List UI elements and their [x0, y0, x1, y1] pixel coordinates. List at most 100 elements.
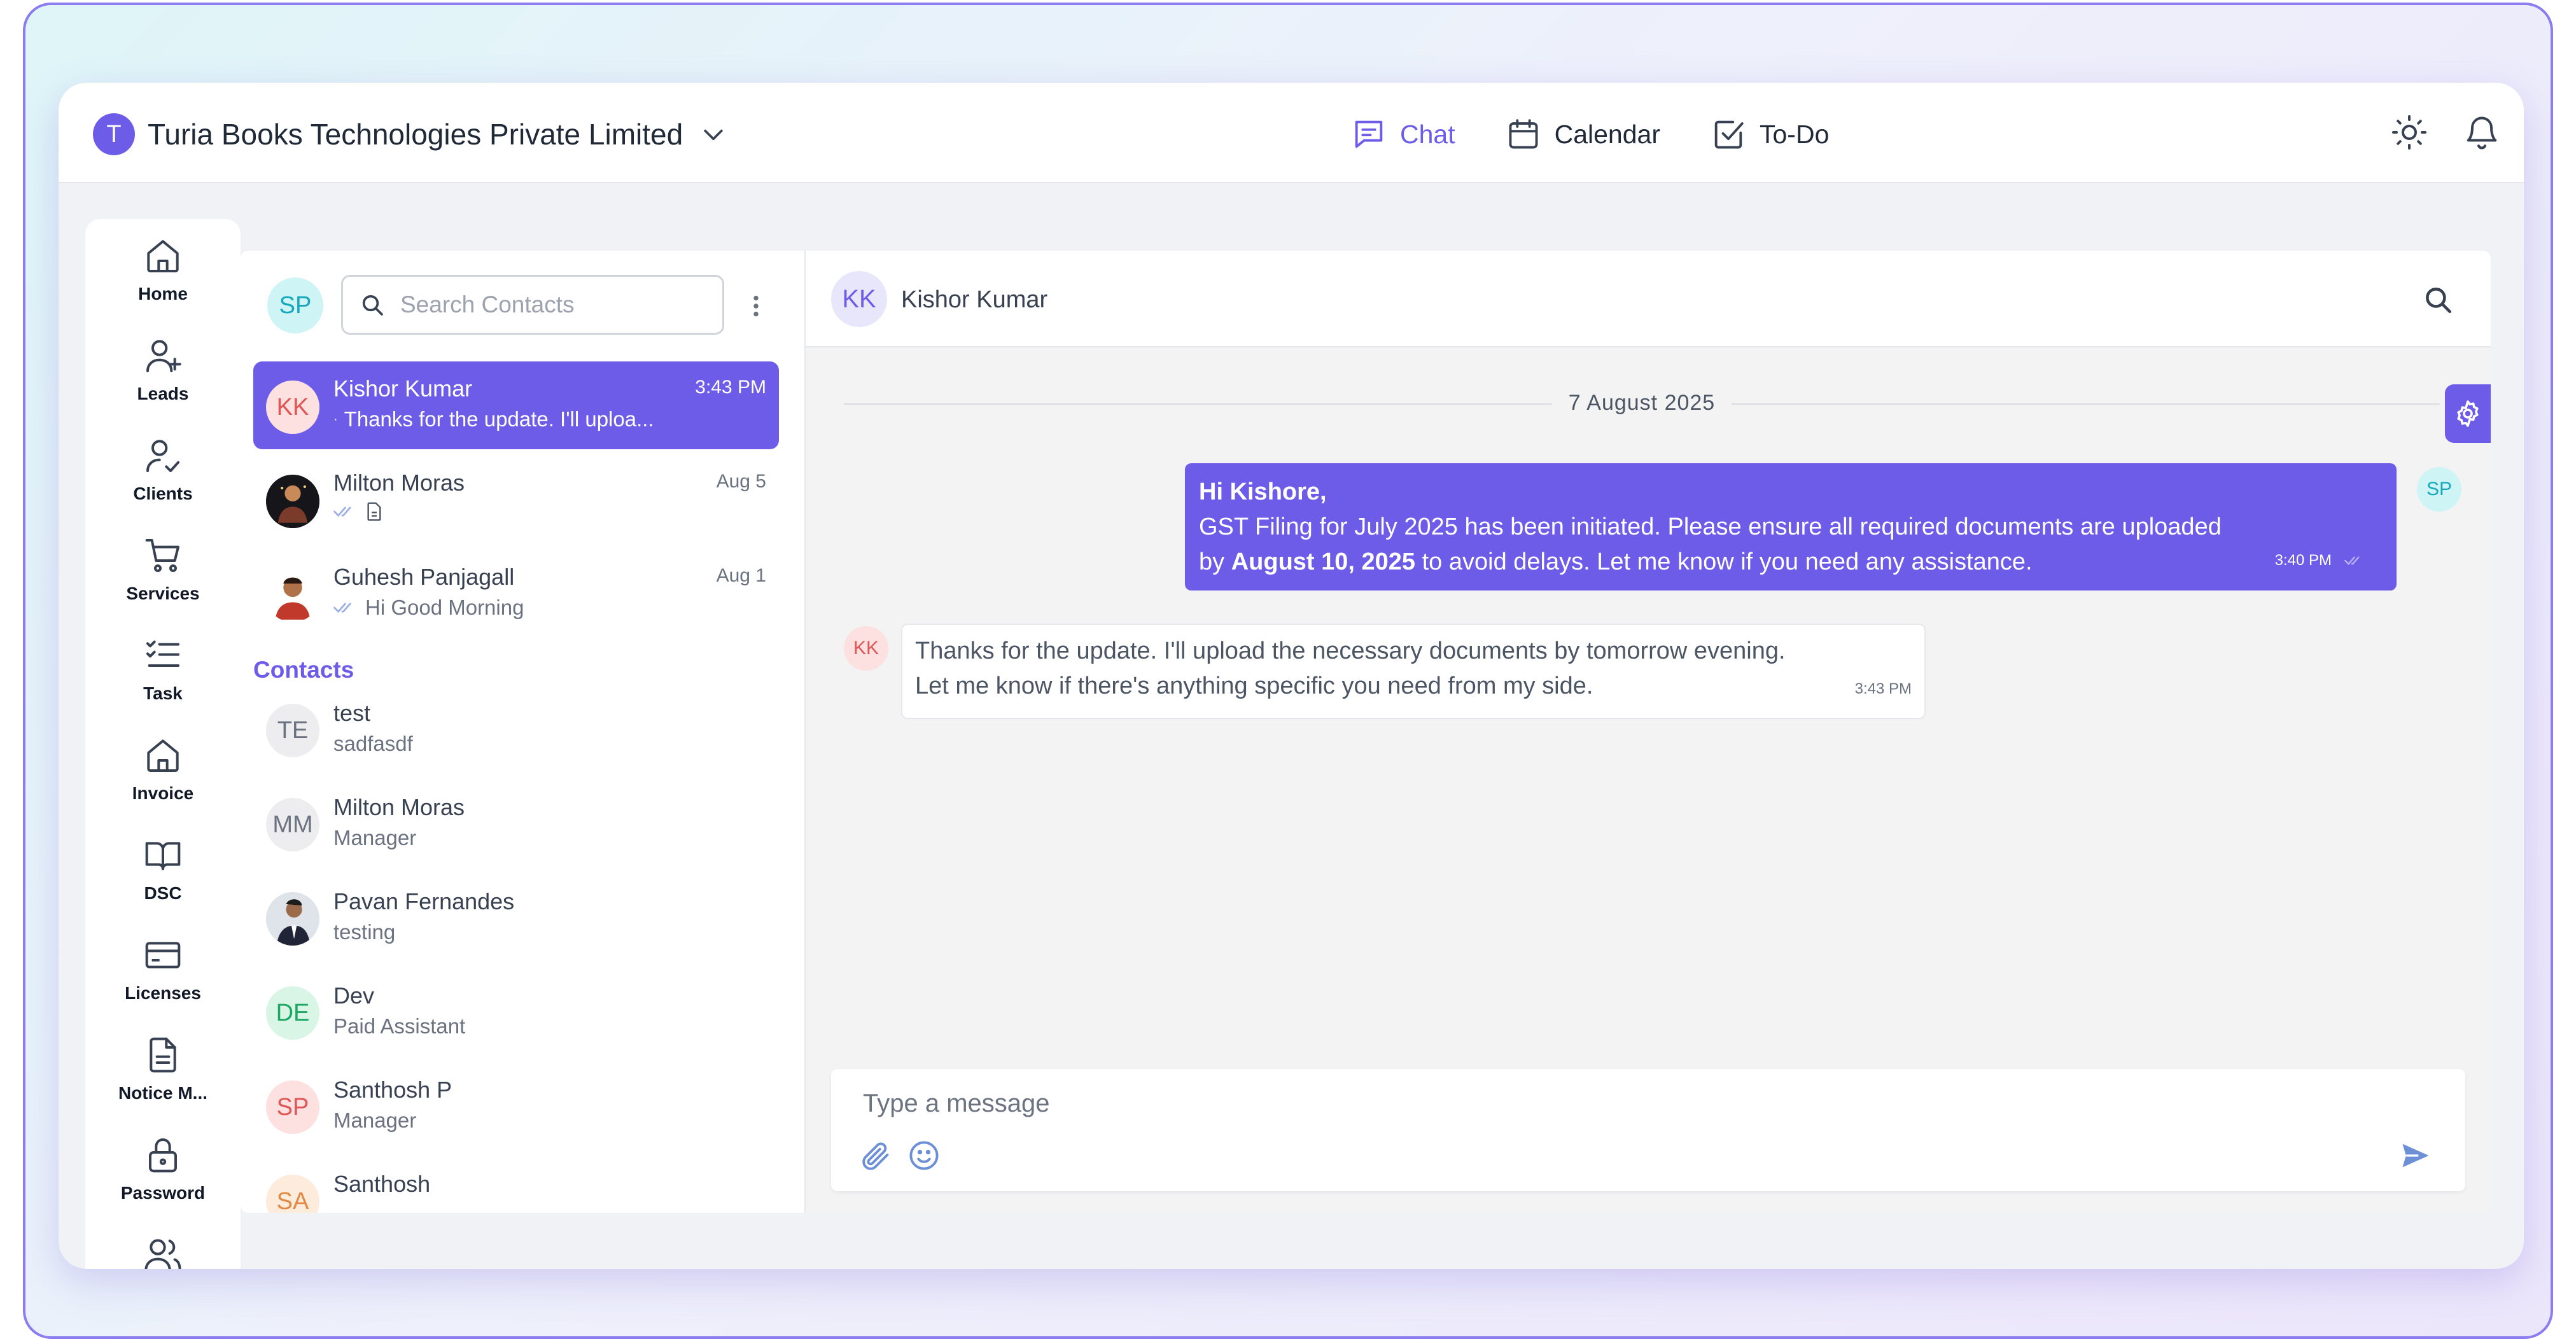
contact-item[interactable]: SP Santhosh P Manager	[253, 1066, 779, 1156]
sidebar-item-services[interactable]: Services	[85, 535, 241, 604]
contact-subtitle: sadfasdf	[333, 732, 413, 755]
tab-chat-label: Chat	[1400, 119, 1455, 149]
avatar[interactable]: KK	[831, 271, 887, 327]
conversation-time: 3:43 PM	[695, 377, 766, 398]
conversation-preview: · Thanks for the update. I'll uploa...	[333, 407, 654, 431]
chat-icon	[1355, 120, 1383, 148]
avatar: KK	[844, 626, 888, 671]
sidebar-item-users[interactable]	[85, 1234, 241, 1269]
avatar: MM	[266, 798, 319, 851]
contact-item[interactable]: MM Milton Moras Manager	[253, 784, 779, 873]
message-text: to avoid delays. Let me know if you need…	[1415, 549, 2033, 575]
sidebar-item-clients[interactable]: Clients	[85, 435, 241, 504]
settings-button[interactable]	[2445, 384, 2491, 443]
sidebar: Home Leads Clients Services Task Invoice	[85, 219, 241, 1269]
avatar: TE	[266, 704, 319, 757]
message-line: by August 10, 2025 to avoid delays. Let …	[1199, 545, 2383, 580]
avatar-photo-icon	[266, 892, 319, 946]
send-icon[interactable]	[2399, 1139, 2432, 1172]
chat-contact-name[interactable]: Kishor Kumar	[901, 286, 1047, 314]
sidebar-item-dsc[interactable]: DSC	[85, 835, 241, 904]
message-composer	[831, 1069, 2465, 1191]
message-meta: 3:40 PM	[2275, 543, 2366, 578]
sidebar-item-licenses[interactable]: Licenses	[85, 935, 241, 1003]
tab-chat[interactable]: Chat	[1350, 116, 1455, 153]
date-separator: 7 August 2025	[844, 391, 2440, 416]
avatar[interactable]: SP	[267, 277, 323, 333]
message-input[interactable]	[863, 1086, 2327, 1121]
contact-subtitle: Manager	[333, 826, 417, 849]
search-icon[interactable]	[2422, 284, 2454, 316]
sidebar-item-label: Task	[143, 683, 183, 703]
cart-icon	[145, 539, 179, 572]
sidebar-item-label: DSC	[144, 883, 182, 903]
sidebar-item-label: Services	[126, 584, 200, 603]
message-time: 3:43 PM	[1854, 680, 1912, 697]
top-bar: T Turia Books Technologies Private Limit…	[59, 83, 2524, 183]
tab-calendar-label: Calendar	[1554, 119, 1660, 149]
contact-name: Dev	[333, 982, 375, 1009]
book-icon	[145, 842, 181, 870]
message-line: Thanks for the update. I'll upload the n…	[915, 638, 1786, 664]
top-nav: Chat Calendar To-Do	[1350, 115, 1829, 154]
conversation-name: Kishor Kumar	[333, 375, 473, 402]
sidebar-item-task[interactable]: Task	[85, 635, 241, 704]
users-icon	[144, 1239, 181, 1269]
sidebar-item-leads[interactable]: Leads	[85, 335, 241, 404]
tab-todo[interactable]: To-Do	[1710, 116, 1829, 153]
org-name: Turia Books Technologies Private Limited	[148, 118, 683, 151]
outer-frame: T Turia Books Technologies Private Limit…	[23, 3, 2553, 1339]
message-text: by	[1199, 549, 1231, 575]
checkbox-icon	[1714, 120, 1744, 149]
conversation-item[interactable]: Guhesh Panjagall Aug 1 Hi Good Morning	[253, 550, 779, 638]
contact-item[interactable]: Pavan Fernandes testing	[253, 878, 779, 967]
message-greeting: Hi Kishore,	[1199, 479, 1327, 505]
gear-icon	[2457, 400, 2479, 427]
contact-item[interactable]: DE Dev Paid Assistant	[253, 972, 779, 1061]
incoming-message: Thanks for the update. I'll upload the n…	[901, 624, 1926, 719]
conversation-time: Aug 5	[716, 471, 766, 492]
bell-icon[interactable]	[2463, 113, 2501, 151]
contact-item[interactable]: SA Santhosh	[253, 1161, 779, 1213]
top-right-actions	[2390, 113, 2501, 151]
paperclip-icon[interactable]	[859, 1139, 892, 1172]
contact-item[interactable]: TE test sadfasdf	[253, 690, 779, 779]
double-check-icon	[333, 603, 351, 613]
sidebar-item-label: Leads	[137, 384, 189, 403]
chat-panel: SP KK Kishor Kumar 3:43 PM · Thanks for …	[241, 251, 2491, 1213]
app-window: T Turia Books Technologies Private Limit…	[59, 83, 2524, 1269]
contacts-heading: Contacts	[253, 657, 354, 683]
more-vertical-icon[interactable]	[743, 290, 769, 322]
sidebar-item-label: Clients	[133, 484, 193, 503]
emoji-icon[interactable]	[907, 1139, 941, 1172]
date-label: 7 August 2025	[1551, 391, 1732, 416]
sun-icon[interactable]	[2390, 113, 2428, 151]
double-check-icon	[2344, 556, 2360, 565]
sidebar-item-label: Notice M...	[118, 1083, 207, 1103]
org-switcher[interactable]: T Turia Books Technologies Private Limit…	[93, 113, 727, 155]
conversation-time: Aug 1	[716, 565, 766, 586]
contact-name: Pavan Fernandes	[333, 888, 515, 914]
contact-name: Santhosh P	[333, 1077, 452, 1103]
search-box[interactable]	[341, 275, 724, 335]
outgoing-message: Hi Kishore, GST Filing for July 2025 has…	[1185, 463, 2397, 591]
sidebar-item-password[interactable]: Password	[85, 1135, 241, 1203]
search-input[interactable]	[400, 291, 706, 318]
tab-calendar[interactable]: Calendar	[1505, 116, 1660, 153]
conversation-item[interactable]: Milton Moras Aug 5	[253, 456, 779, 543]
contact-subtitle: Manager	[333, 1108, 417, 1132]
avatar: SP	[2417, 467, 2461, 512]
contact-name: test	[333, 700, 371, 726]
sidebar-item-label: Home	[138, 284, 188, 304]
message-time: 3:40 PM	[2274, 552, 2332, 569]
contact-subtitle: Paid Assistant	[333, 1014, 466, 1038]
avatar: SP	[266, 1080, 319, 1134]
sidebar-item-invoice[interactable]: Invoice	[85, 735, 241, 804]
file-icon	[367, 502, 381, 521]
conversation-list-panel: SP KK Kishor Kumar 3:43 PM · Thanks for …	[241, 251, 806, 1213]
sidebar-item-home[interactable]: Home	[85, 235, 241, 304]
sidebar-item-notice[interactable]: Notice M...	[85, 1035, 241, 1103]
conversation-item[interactable]: KK Kishor Kumar 3:43 PM · Thanks for the…	[253, 361, 779, 449]
avatar: KK	[266, 381, 319, 434]
chevron-down-icon[interactable]	[699, 120, 727, 148]
